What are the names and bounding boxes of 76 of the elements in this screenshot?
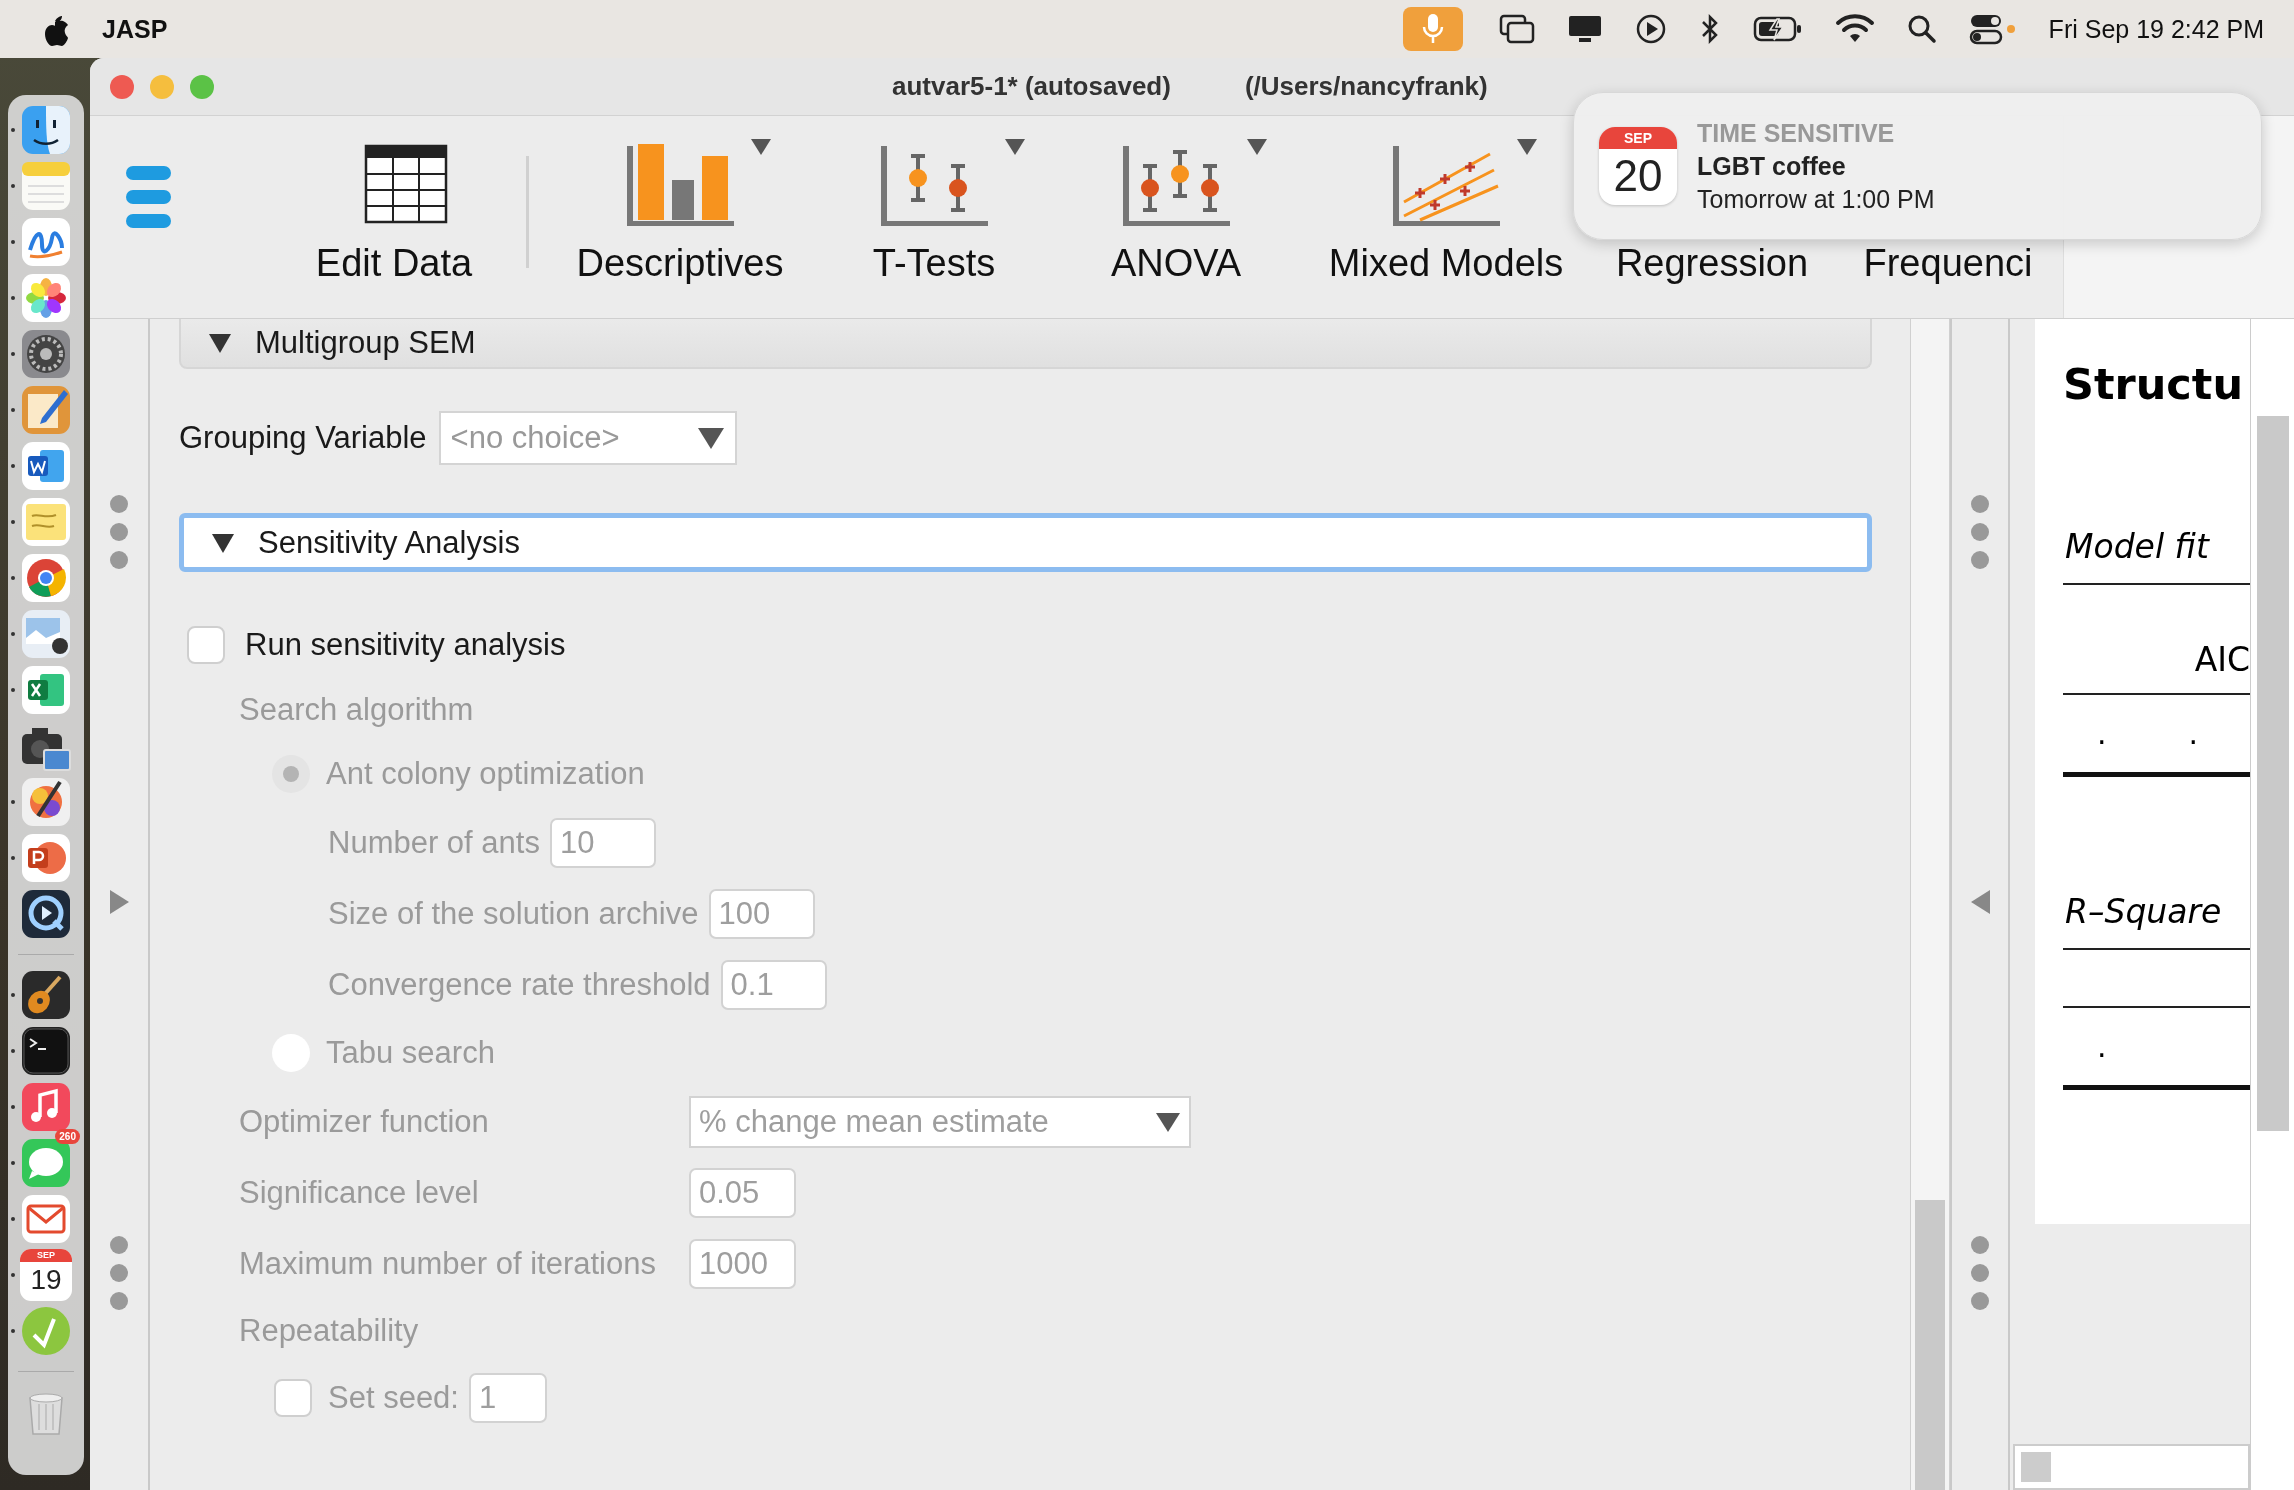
terminal-icon[interactable]	[20, 1025, 72, 1077]
collapse-left-icon[interactable]	[1969, 889, 1991, 915]
flower-icon[interactable]	[20, 272, 72, 324]
placeholder-text: <no choice>	[450, 420, 620, 456]
group-label: Search algorithm	[239, 691, 474, 728]
brush-icon[interactable]	[20, 776, 72, 828]
caret-icon	[696, 426, 725, 450]
caret-icon[interactable]	[1246, 138, 1268, 156]
field-label: Grouping Variable	[179, 420, 427, 456]
battery-icon[interactable]	[1752, 15, 1803, 43]
section-header[interactable]: Multigroup SEM	[179, 319, 1872, 369]
file-path: (/Users/nancyfrank)	[1244, 71, 1488, 102]
section-header[interactable]: Sensitivity Analysis	[179, 513, 1872, 572]
search-icon[interactable]	[1906, 14, 1937, 44]
menu-bar-clock: Fri Sep 19 2:42 PM	[2048, 14, 2264, 44]
toolbar-button[interactable]: Edit Data	[279, 116, 509, 285]
drag-handle-icon[interactable]	[110, 495, 128, 569]
check-mark-icon[interactable]	[20, 1305, 72, 1357]
toggles-icon[interactable]	[1968, 13, 2017, 45]
play-icon[interactable]	[1634, 13, 1667, 45]
wifi-icon[interactable]	[1834, 14, 1875, 44]
section-title: Multigroup SEM	[255, 325, 476, 361]
scrollbar-thumb[interactable]	[1915, 1200, 1945, 1490]
drag-handle-icon[interactable]	[1971, 495, 1989, 569]
dropdown-label: Optimizer function	[239, 1103, 490, 1140]
face-icon[interactable]	[20, 104, 72, 156]
bar-chart-icon	[624, 142, 736, 226]
drag-handle-icon[interactable]	[110, 1236, 128, 1310]
pencil-icon[interactable]	[20, 384, 72, 436]
checkbox[interactable]	[187, 626, 225, 664]
field-label: Convergence rate threshold	[328, 966, 711, 1003]
envelope-icon[interactable]	[20, 1193, 72, 1245]
calendar-icon[interactable]: SEP 19	[20, 1249, 72, 1301]
scrollbar-thumb[interactable]	[2257, 416, 2289, 1131]
table-cell: .	[2097, 1029, 2107, 1064]
field-label: Size of the solution archive	[328, 895, 699, 932]
toolbar-button[interactable]: Descriptives	[550, 116, 810, 285]
window-title: autvar5-1* (autosaved)	[892, 71, 1171, 102]
notification-toast[interactable]: SEP 20 TIME SENSITIVE LGBT coffee Tomorrow at 1:00 PM	[1573, 92, 2262, 240]
app-menu[interactable]: JASP	[102, 14, 168, 44]
calendar-icon[interactable]: SEP 20	[1599, 127, 1677, 205]
windows-icon[interactable]	[1498, 14, 1535, 44]
expand-icon[interactable]	[207, 331, 233, 355]
field-label: Number of ants	[328, 824, 540, 861]
music-note-icon[interactable]	[20, 1081, 72, 1133]
caret-icon	[1155, 1110, 1181, 1133]
caret-icon[interactable]	[1516, 138, 1538, 156]
notification-heading: TIME SENSITIVE	[1697, 118, 1896, 148]
scribble-icon[interactable]	[20, 216, 72, 268]
horizontal-scrollbar[interactable]	[2013, 1444, 2250, 1490]
slides-icon[interactable]	[20, 832, 72, 884]
field-label: Significance level	[239, 1174, 480, 1211]
table-cell: .	[2188, 716, 2199, 751]
photo-icon[interactable]	[20, 608, 72, 660]
guitar-icon[interactable]	[20, 969, 72, 1021]
checkbox-label[interactable]: Run sensitivity analysis	[245, 627, 566, 663]
results-title: Structu	[2063, 359, 2244, 409]
toolbar-button[interactable]: ANOVA	[1076, 116, 1276, 285]
caret-icon[interactable]	[1004, 138, 1026, 156]
section-title: Sensitivity Analysis	[258, 524, 520, 561]
caret-icon[interactable]	[750, 138, 772, 156]
expand-right-icon[interactable]	[108, 889, 130, 915]
count-badge: 260	[55, 1129, 80, 1144]
document-icon[interactable]	[20, 440, 72, 492]
spreadsheet-icon[interactable]	[20, 664, 72, 716]
toolbar-button[interactable]: T-Tests	[834, 116, 1034, 285]
table-cell: .	[2097, 716, 2107, 751]
drag-handle-icon[interactable]	[1971, 1236, 1989, 1310]
browser-icon[interactable]	[20, 552, 72, 604]
group-label: Repeatability	[239, 1312, 419, 1349]
notification-time: Tomorrow at 1:00 PM	[1697, 184, 1935, 214]
display-icon[interactable]	[1566, 14, 1603, 44]
gear-icon[interactable]	[20, 328, 72, 380]
notification-title[interactable]: LGBT coffee	[1697, 151, 1935, 181]
close-button[interactable]	[110, 74, 134, 99]
field-label: Maximum number of iterations	[239, 1245, 657, 1282]
